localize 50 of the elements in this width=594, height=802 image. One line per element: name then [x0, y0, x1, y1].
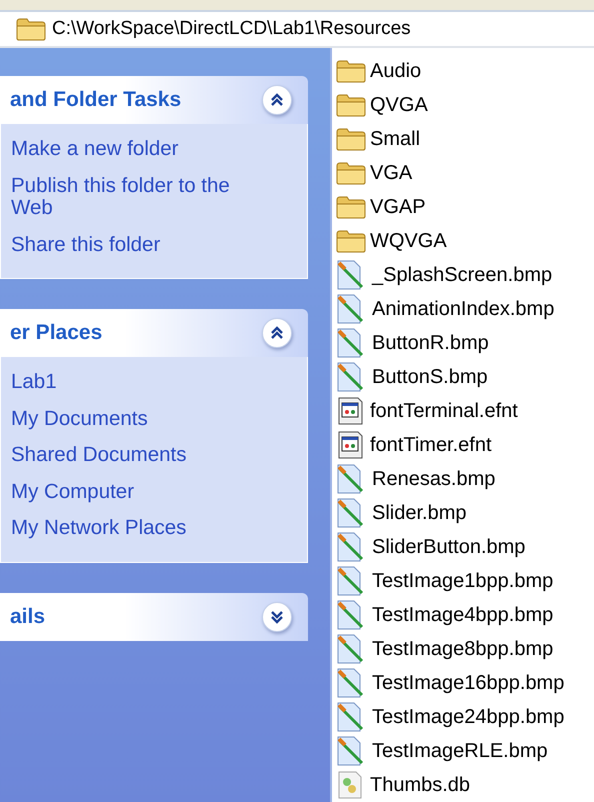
expand-button[interactable]	[262, 602, 292, 632]
panel-header[interactable]: ails	[0, 592, 308, 641]
file-name[interactable]: TestImage4bpp.bmp	[372, 604, 554, 626]
chevron-up-icon	[270, 93, 284, 107]
folder-icon	[336, 161, 366, 185]
file-name[interactable]: VGA	[370, 162, 412, 184]
file-name[interactable]: ButtonR.bmp	[372, 332, 489, 354]
collapse-button[interactable]	[262, 85, 292, 115]
file-name[interactable]: SliderButton.bmp	[372, 536, 526, 558]
file-name[interactable]: TestImageRLE.bmp	[372, 740, 548, 762]
task-link[interactable]: Shared Documents	[11, 444, 256, 467]
file-name[interactable]: _SplashScreen.bmp	[372, 264, 552, 286]
folder-icon	[16, 17, 46, 41]
file-name[interactable]: QVGA	[370, 94, 428, 116]
file-name[interactable]: Slider.bmp	[372, 502, 466, 524]
file-name[interactable]: Thumbs.db	[370, 774, 470, 796]
address-path: C:\WorkSpace\DirectLCD\Lab1\Resources	[52, 18, 411, 40]
panel-title: and Folder Tasks	[10, 88, 182, 112]
file-name[interactable]: VGAP	[370, 196, 426, 218]
file-name[interactable]: Audio	[370, 60, 422, 82]
panel-header[interactable]: er Places	[0, 309, 308, 358]
chevron-up-icon	[270, 326, 284, 340]
task-link[interactable]: Publish this folder to the Web	[11, 174, 256, 220]
file-name[interactable]: TestImage1bpp.bmp	[372, 570, 554, 592]
task-link[interactable]: My Documents	[11, 408, 256, 430]
task-link[interactable]: My Network Places	[11, 517, 256, 540]
file-name[interactable]: fontTerminal.efnt	[370, 400, 518, 422]
panel-title: er Places	[10, 321, 102, 346]
file-name[interactable]: Renesas.bmp	[372, 468, 496, 490]
folder-icon	[336, 195, 366, 219]
file-name[interactable]: WQVGA	[370, 230, 447, 252]
task-link[interactable]: Make a new folder	[11, 138, 256, 161]
chevron-down-icon	[270, 610, 284, 624]
file-name[interactable]: TestImage16bpp.bmp	[372, 672, 564, 694]
file-name[interactable]: TestImage24bpp.bmp	[372, 706, 564, 728]
file-name[interactable]: AnimationIndex.bmp	[372, 298, 554, 320]
panel-header[interactable]: and Folder Tasks	[0, 76, 308, 124]
collapse-button[interactable]	[262, 318, 292, 348]
file-name[interactable]: TestImage8bpp.bmp	[372, 638, 554, 660]
task-link[interactable]: My Computer	[11, 480, 256, 504]
file-name[interactable]: ButtonS.bmp	[372, 366, 488, 388]
panel-title: ails	[10, 604, 46, 629]
folder-icon	[336, 229, 366, 253]
folder-icon	[336, 93, 366, 117]
folder-icon	[336, 59, 366, 83]
file-name[interactable]: Small	[370, 128, 420, 150]
task-link[interactable]: Lab1	[11, 371, 256, 394]
folder-icon	[336, 127, 366, 151]
file-name[interactable]: fontTimer.efnt	[370, 434, 492, 456]
task-link[interactable]: Share this folder	[11, 234, 256, 256]
